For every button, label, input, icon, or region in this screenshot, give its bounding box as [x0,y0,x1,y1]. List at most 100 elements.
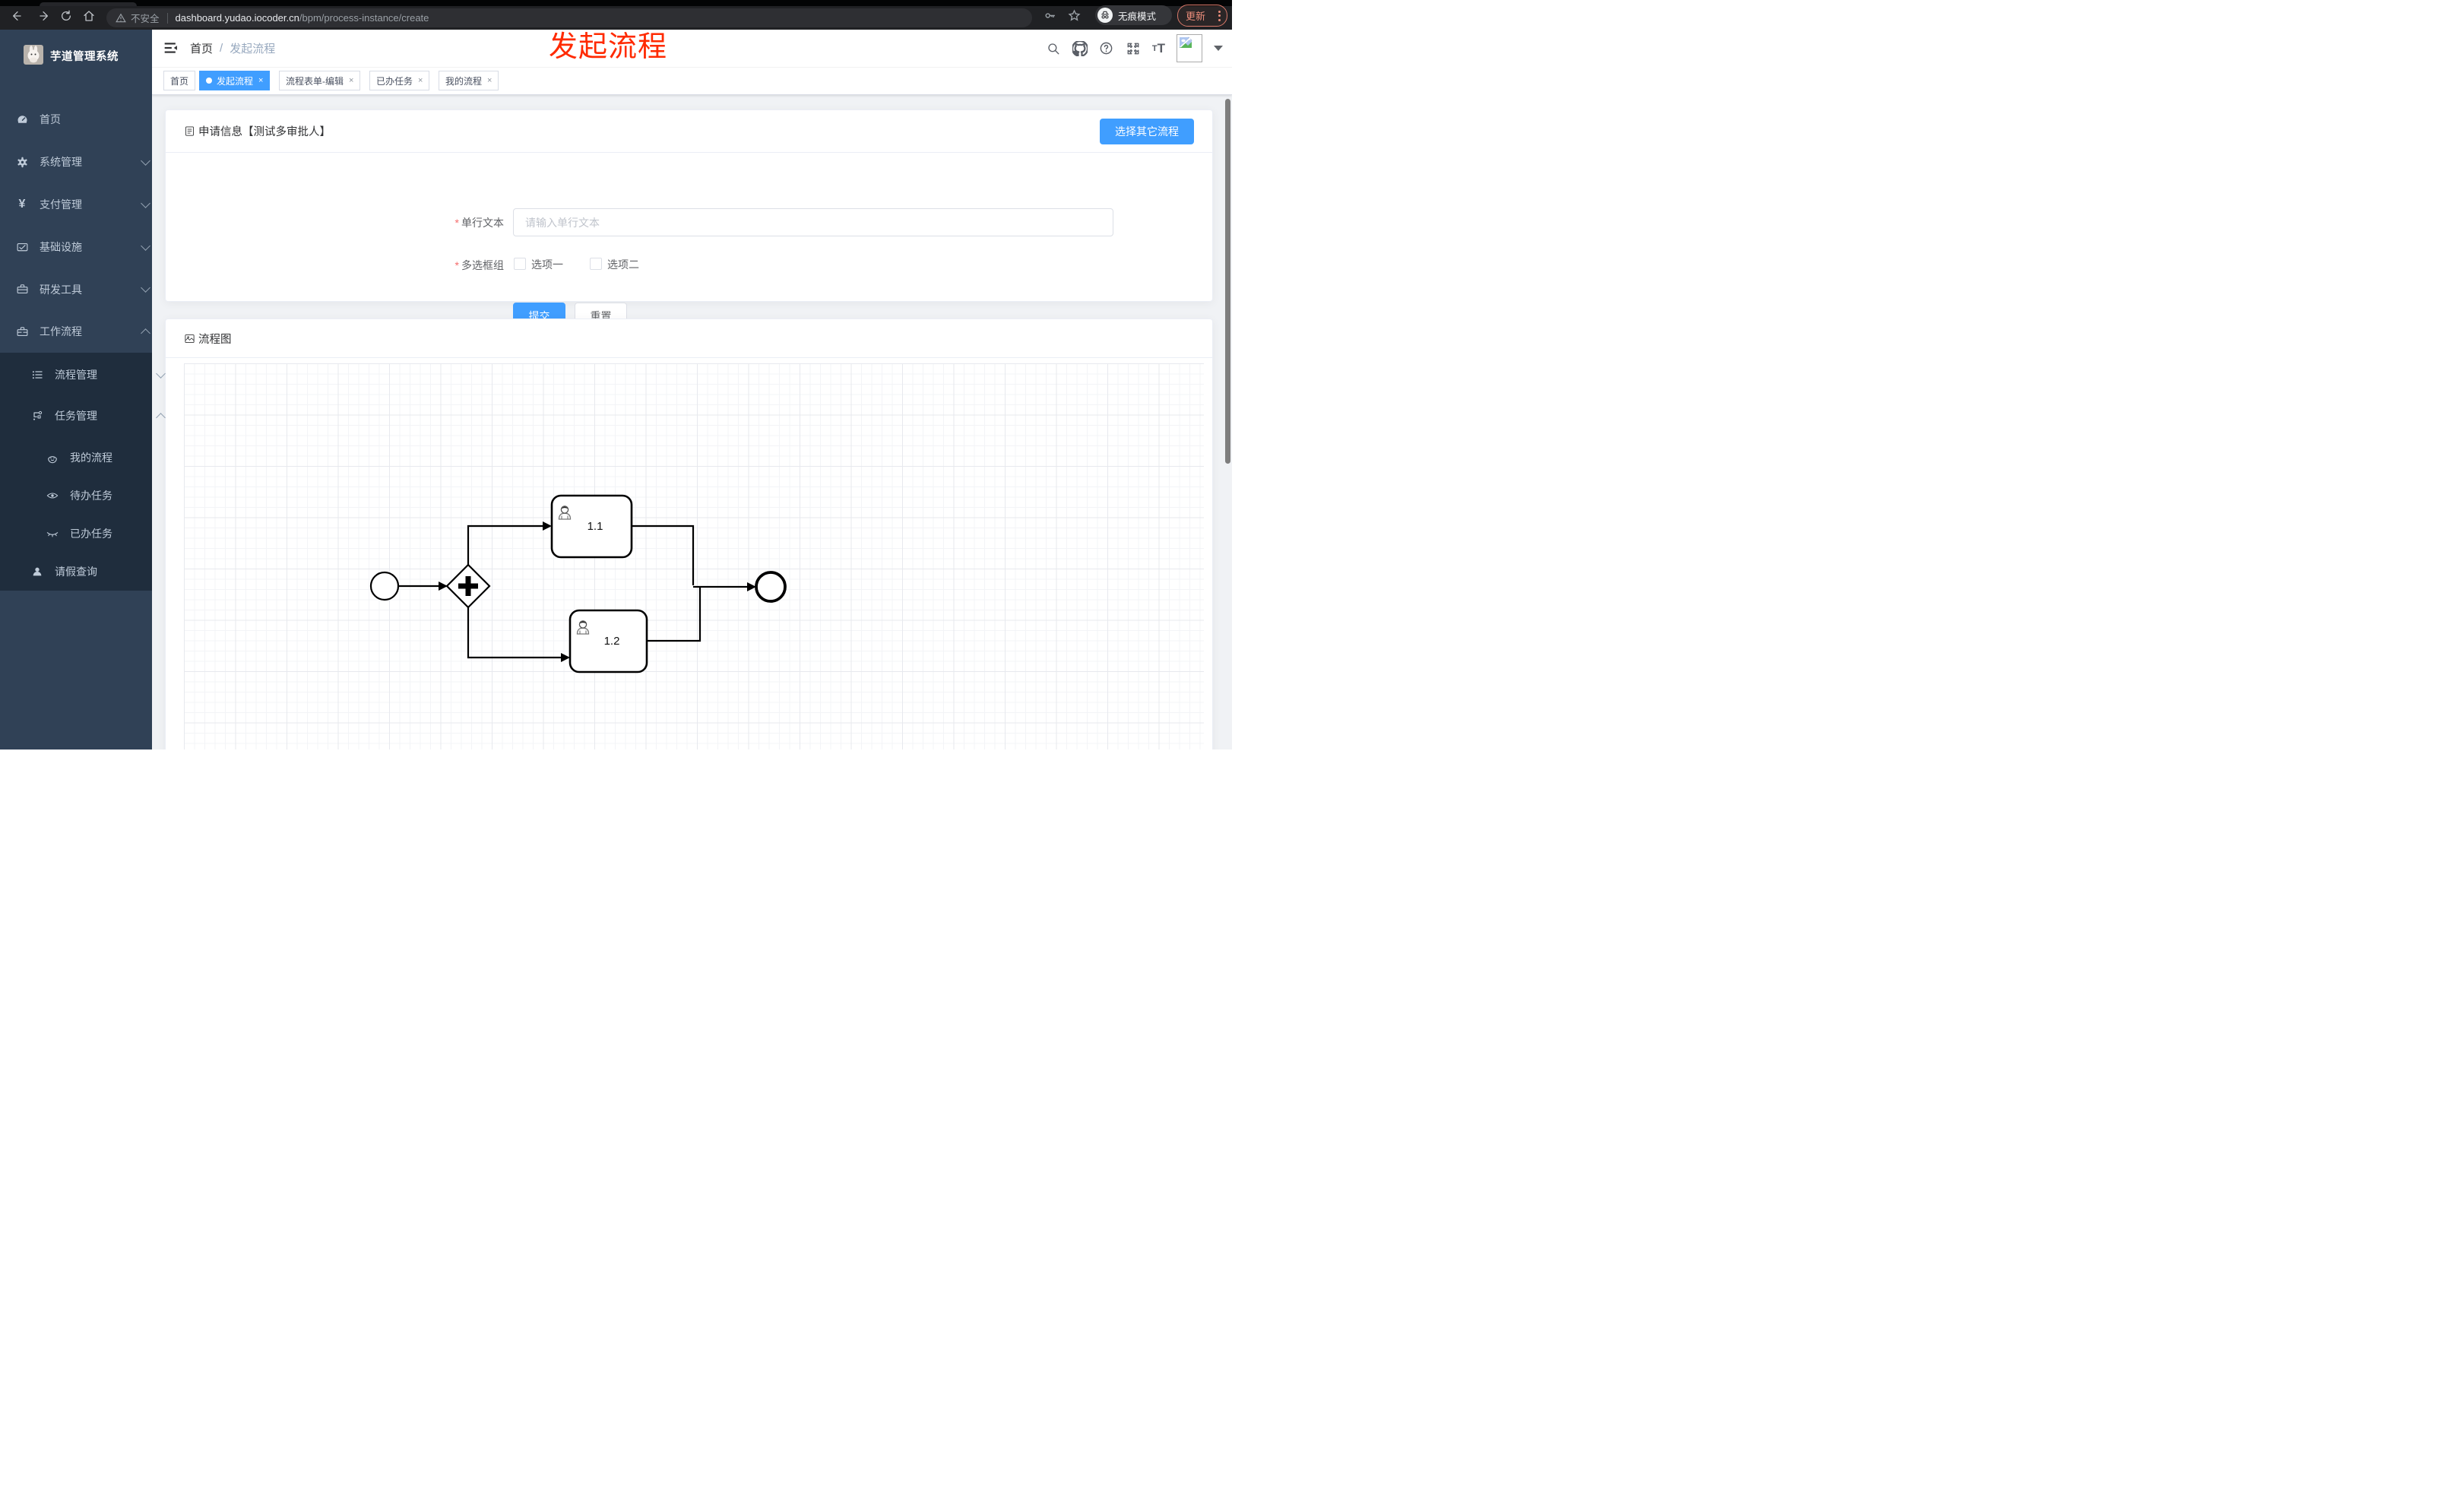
tab-my-process[interactable]: 我的流程 × [439,71,499,90]
sidebar-item-process-mgmt[interactable]: 流程管理 [0,354,182,395]
close-tab-icon[interactable]: × [258,76,263,85]
browser-update-button[interactable]: 更新 [1177,5,1227,27]
tab-home[interactable]: 首页 [163,71,196,90]
active-tab-dot [206,78,212,84]
flow-task1-out [632,524,695,585]
checkbox-option-2[interactable] [590,258,602,270]
browser-menu-icon[interactable] [1218,10,1221,21]
bpmn-canvas[interactable]: 1.1 1.2 [184,363,1204,750]
incognito-badge: 无痕模式 [1095,5,1172,25]
sidebar-item-my-process[interactable]: 我的流程 [0,439,198,477]
tab-done-tasks[interactable]: 已办任务 × [369,71,430,90]
yen-icon: ¥ [18,198,26,211]
sidebar-item-system[interactable]: 系统管理 [0,141,167,183]
app-logo-row[interactable]: 芋道管理系统 [0,37,152,80]
password-key-icon[interactable] [1043,8,1056,22]
browser-forward-button[interactable] [38,9,52,23]
apply-info-title-wrap: 申请信息【测试多审批人】 [184,123,331,139]
not-secure-label: 不安全 [131,14,160,24]
person-icon [30,566,44,578]
breadcrumb-home[interactable]: 首页 [190,40,213,56]
avatar[interactable] [1177,34,1202,62]
sidebar-item-todo-tasks[interactable]: 待办任务 [0,477,198,515]
user-task-1[interactable]: 1.1 [550,494,633,559]
end-event[interactable] [755,571,787,603]
main-content: 申请信息【测试多审批人】 选择其它流程 *单行文本 *多选框组 选项一 选项二 … [152,94,1232,750]
app-header: 首页 / 发起流程 TT [152,30,1232,68]
sidebar-item-label: 工作流程 [40,325,82,338]
flow-node-icon [30,410,44,422]
eye-closed-icon [46,528,59,540]
dashboard-icon [15,113,29,126]
tab-process-form-edit[interactable]: 流程表单-编辑 × [279,71,361,90]
help-icon[interactable] [1099,41,1114,56]
app-title: 芋道管理系统 [50,51,119,63]
sidebar-item-leave-query[interactable]: 请假查询 [0,553,182,591]
list-tree-icon [30,369,44,381]
parallel-gateway[interactable] [445,563,491,609]
checkbox-option-1-label[interactable]: 选项一 [531,257,563,272]
apply-info-title: 申请信息【测试多审批人】 [198,126,331,138]
sidebar-item-label: 研发工具 [40,283,82,296]
sidebar-item-label: 首页 [40,113,61,125]
sidebar-item-label: 待办任务 [70,490,112,502]
browser-window: 不安全 dashboard.yudao.iocoder.cn/bpm/proce… [0,0,1232,750]
close-tab-icon[interactable]: × [349,76,353,85]
single-line-text-input[interactable] [513,208,1113,236]
fullscreen-icon[interactable] [1126,41,1141,56]
toolbox-icon [15,283,29,296]
sidebar-item-label: 我的流程 [70,452,112,464]
browser-home-button[interactable] [82,9,96,23]
required-asterisk: * [454,217,459,229]
bookmark-star-icon[interactable] [1067,8,1081,22]
page-scrollbar[interactable] [1225,99,1230,464]
sidebar-item-task-mgmt[interactable]: 任务管理 [0,395,182,436]
user-task-2[interactable]: 1.2 [568,609,648,673]
process-diagram-card: 流程图 1.1 1.2 [165,318,1213,750]
briefcase-icon [15,325,29,338]
sidebar-item-workflow[interactable]: 工作流程 [0,310,167,353]
tab-start-process[interactable]: 发起流程 × [199,71,271,90]
close-tab-icon[interactable]: × [487,76,492,85]
text-field-label: * 单行文本 [454,217,504,229]
sidebar-item-label: 流程管理 [55,369,97,381]
sidebar-collapse-icon[interactable] [163,40,179,55]
browser-refresh-button[interactable] [59,9,73,23]
chevron-down-icon [141,198,150,208]
chevron-up-icon [156,412,166,423]
checkbox-option-2-label[interactable]: 选项二 [607,257,639,272]
avatar-dropdown-caret[interactable] [1214,46,1223,51]
github-icon[interactable] [1072,40,1088,56]
flow-gateway-to-task2 [467,607,564,659]
chevron-down-icon [141,155,150,166]
eye-icon [46,490,59,502]
checkbox-group-label: * 多选框组 [454,259,504,271]
font-size-icon[interactable]: TT [1152,42,1165,55]
gear-icon [15,156,29,169]
sidebar-item-label: 系统管理 [40,156,82,168]
browser-back-button[interactable] [9,9,23,23]
browser-tab-hint[interactable] [40,2,137,6]
sidebar-item-infra[interactable]: 基础设施 [0,226,167,268]
chevron-up-icon [141,328,150,338]
choose-other-process-button[interactable]: 选择其它流程 [1100,118,1194,144]
sidebar-item-done-tasks[interactable]: 已办任务 [0,515,198,553]
sidebar: 芋道管理系统 首页 系统管理 ¥ 支付管理 基础设施 研发工具 工作流程 流程管… [0,30,166,750]
sidebar-item-devtools[interactable]: 研发工具 [0,268,167,310]
close-tab-icon[interactable]: × [418,76,423,85]
diagram-title: 流程图 [198,333,232,346]
chevron-down-icon [156,368,166,379]
url-divider [166,12,168,24]
sidebar-item-label: 任务管理 [55,410,97,422]
face-icon [46,452,59,464]
checkbox-option-1[interactable] [514,258,526,270]
task-label: 1.2 [604,635,620,648]
document-icon [185,126,194,136]
search-icon[interactable] [1046,41,1061,56]
annotation-text: 发起流程 [549,31,668,63]
sidebar-item-home[interactable]: 首页 [0,98,167,141]
sidebar-item-payment[interactable]: ¥ 支付管理 [0,183,167,226]
infrastructure-icon [15,241,29,254]
breadcrumb: 首页 / 发起流程 [190,40,275,56]
start-event[interactable] [369,571,400,601]
